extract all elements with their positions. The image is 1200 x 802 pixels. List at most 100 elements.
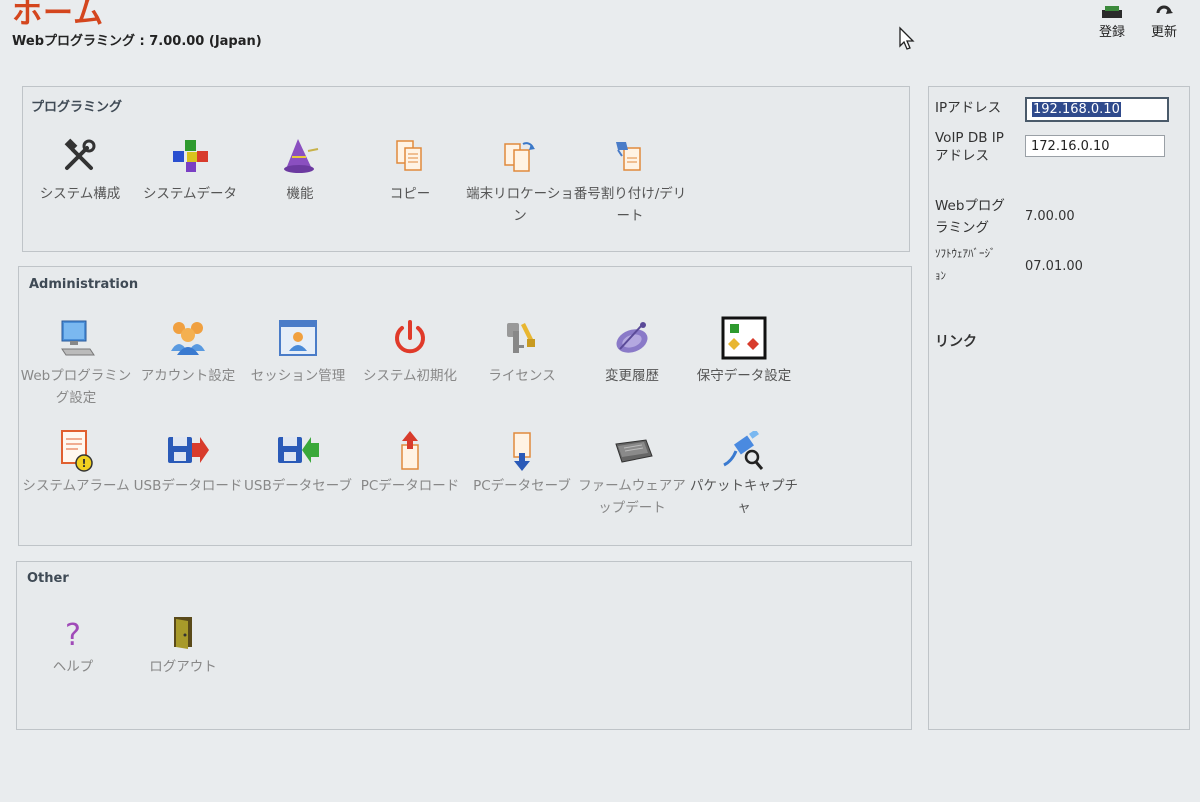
- other-panel: Other ? ヘルプ ログアウト: [16, 561, 912, 730]
- logout-item[interactable]: ログアウト: [127, 614, 239, 678]
- alarm-icon: !: [61, 430, 93, 472]
- license-item[interactable]: ライセンス: [465, 319, 579, 387]
- voip-db-ip-label: VoIP DB IP アドレス: [935, 129, 1004, 165]
- maintenance-icon: [721, 316, 767, 360]
- logout-label: ログアウト: [149, 659, 217, 675]
- register-icon: [1102, 6, 1122, 18]
- packet-capture-icon: [723, 431, 764, 470]
- account-settings-item[interactable]: アカウント設定: [131, 319, 245, 387]
- relocation-item[interactable]: 端末リロケーション: [463, 137, 577, 227]
- help-icon: ?: [65, 618, 81, 651]
- page-title: ホーム: [12, 0, 105, 31]
- maintenance-data-item[interactable]: 保守データ設定: [687, 316, 801, 387]
- webprog-version-value: 7.00.00: [1025, 209, 1075, 224]
- number-assign-label: 番号割り付け/デリート: [573, 186, 687, 224]
- software-version-label-line2: ｮﾝ: [935, 269, 946, 282]
- mouse-cursor-icon: [899, 26, 915, 50]
- voip-db-ip-label-line1: VoIP DB IP: [935, 130, 1004, 146]
- usb-data-save-label: USBデータセーブ: [244, 478, 352, 494]
- key-icon: [507, 323, 535, 353]
- version-subtitle: Webプログラミング : 7.00.00 (Japan): [12, 34, 262, 49]
- tools-icon: [64, 138, 96, 170]
- webprog-version-label: Webプログ ラミング: [935, 195, 1005, 239]
- change-history-item[interactable]: 変更履歴: [575, 319, 689, 387]
- pc-save-icon: [513, 432, 531, 471]
- system-config-item[interactable]: システム構成: [23, 137, 137, 205]
- system-init-item[interactable]: システム初期化: [353, 319, 467, 387]
- ip-address-label: IPアドレス: [935, 100, 1002, 116]
- refresh-icon: [1156, 5, 1173, 14]
- features-label: 機能: [286, 186, 314, 202]
- webprog-version-label-line1: Webプログ: [935, 198, 1005, 214]
- license-label: ライセンス: [488, 368, 556, 384]
- ip-address-value: 192.168.0.10: [1032, 102, 1121, 117]
- other-title: Other: [27, 571, 69, 586]
- administration-panel: Administration Webプログラミング設定 アカウント設定 セッショ…: [18, 266, 912, 546]
- pc-data-save-item[interactable]: PCデータセーブ: [465, 429, 579, 497]
- help-item[interactable]: ? ヘルプ: [17, 614, 129, 678]
- refresh-label: 更新: [1150, 25, 1177, 40]
- users-icon: [171, 322, 205, 355]
- session-management-label: セッション管理: [250, 368, 346, 384]
- register-label: 登録: [1098, 25, 1125, 40]
- copy-icon: [396, 140, 422, 171]
- packet-capture-item[interactable]: パケットキャプチャ: [687, 429, 801, 519]
- system-init-label: システム初期化: [362, 368, 458, 384]
- system-alarm-item[interactable]: ! システムアラーム: [19, 429, 133, 497]
- pc-data-load-item[interactable]: PCデータロード: [353, 429, 467, 497]
- copy-label: コピー: [389, 186, 431, 202]
- programming-panel: プログラミング システム構成 システムデータ 機能 コピー 端末リロケーション …: [22, 86, 910, 252]
- refresh-button[interactable]: 更新: [1142, 0, 1186, 40]
- number-assign-item[interactable]: 番号割り付け/デリート: [573, 137, 687, 227]
- change-history-label: 変更履歴: [605, 368, 659, 384]
- pc-data-save-label: PCデータセーブ: [473, 478, 571, 494]
- number-assign-icon: [616, 142, 641, 171]
- webprog-settings-item[interactable]: Webプログラミング設定: [19, 319, 133, 409]
- firmware-icon: [615, 439, 653, 463]
- voip-db-ip-label-line2: アドレス: [935, 148, 989, 164]
- programming-title: プログラミング: [31, 100, 123, 115]
- software-version-value: 07.01.00: [1025, 259, 1083, 274]
- usb-data-load-item[interactable]: USBデータロード: [131, 429, 245, 497]
- system-data-label: システムデータ: [142, 186, 238, 202]
- cubes-icon: [173, 140, 208, 172]
- software-version-label-line1: ｿﾌﾄｳｪｱﾊﾞｰｼﾞ: [935, 247, 996, 260]
- voip-db-ip-value: 172.16.0.10: [1031, 139, 1110, 154]
- usb-data-save-item[interactable]: USBデータセーブ: [241, 429, 355, 497]
- links-title: リンク: [935, 334, 977, 350]
- webprog-version-label-line2: ラミング: [935, 220, 989, 236]
- pc-data-load-label: PCデータロード: [360, 478, 460, 494]
- session-icon: [279, 320, 317, 356]
- usb-save-icon: [278, 437, 319, 463]
- help-label: ヘルプ: [52, 659, 94, 675]
- register-button[interactable]: 登録: [1090, 0, 1134, 40]
- maintenance-data-label: 保守データ設定: [696, 368, 792, 384]
- relocation-icon: [504, 142, 535, 172]
- firmware-update-label: ファームウェアアップデート: [578, 478, 686, 516]
- power-icon: [395, 320, 425, 354]
- firmware-update-item[interactable]: ファームウェアアップデート: [575, 429, 689, 519]
- system-data-item[interactable]: システムデータ: [133, 137, 247, 205]
- info-side-panel: IPアドレス 192.168.0.10 VoIP DB IP アドレス 172.…: [928, 86, 1190, 730]
- wizard-hat-icon: [284, 139, 319, 173]
- packet-capture-label: パケットキャプチャ: [690, 478, 798, 516]
- usb-load-icon: [168, 437, 209, 463]
- system-alarm-label: システムアラーム: [22, 478, 130, 494]
- features-item[interactable]: 機能: [243, 137, 357, 205]
- svg-text:!: !: [81, 457, 86, 470]
- voip-db-ip-field[interactable]: 172.16.0.10: [1025, 135, 1165, 157]
- logout-door-icon: [174, 617, 192, 649]
- copy-item[interactable]: コピー: [353, 137, 467, 205]
- usb-data-load-label: USBデータロード: [133, 478, 243, 494]
- pc-load-icon: [401, 431, 419, 470]
- relocation-label: 端末リロケーション: [466, 186, 574, 224]
- session-management-item[interactable]: セッション管理: [241, 319, 355, 387]
- system-config-label: システム構成: [39, 186, 121, 202]
- account-settings-label: アカウント設定: [140, 368, 236, 384]
- administration-title: Administration: [29, 277, 139, 292]
- webprog-settings-label: Webプログラミング設定: [20, 368, 132, 406]
- ip-address-field[interactable]: 192.168.0.10: [1025, 97, 1169, 122]
- svg-text:?: ?: [65, 618, 81, 651]
- history-icon: [616, 322, 648, 353]
- software-version-label: ｿﾌﾄｳｪｱﾊﾞｰｼﾞ ｮﾝ: [935, 243, 996, 287]
